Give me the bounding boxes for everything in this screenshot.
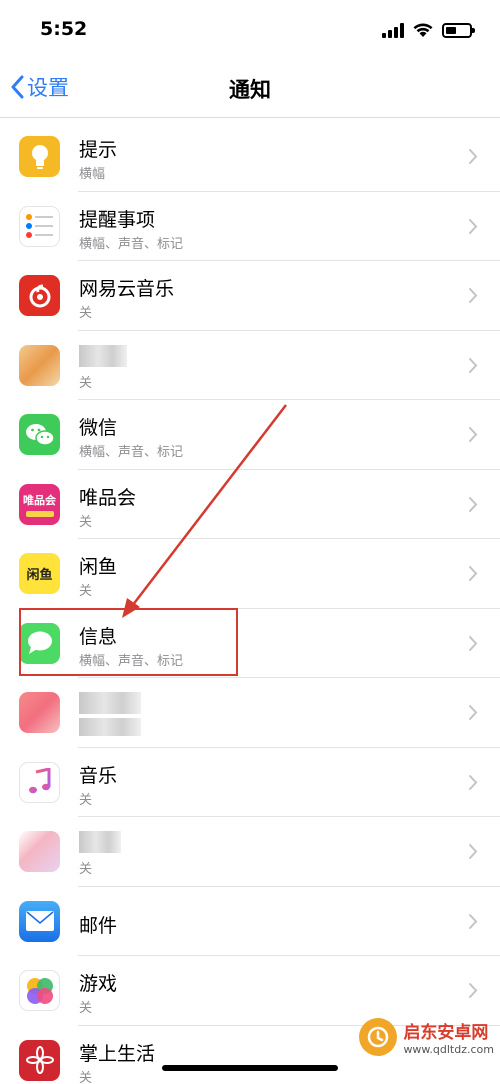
chevron-right-icon [469, 218, 478, 234]
tips-icon [19, 136, 60, 177]
status-time: 5:52 [40, 18, 88, 40]
notification-summary: 关 [79, 306, 93, 321]
list-item-game-center[interactable]: 游戏 关 [0, 956, 500, 1026]
reminders-icon [19, 205, 60, 247]
app-name: 网易云音乐 [79, 278, 175, 300]
watermark-logo-icon [359, 1018, 398, 1056]
chevron-right-icon [469, 705, 478, 720]
app-name: 微信 [79, 417, 118, 439]
game-center-icon [19, 970, 60, 1011]
home-indicator [162, 1065, 338, 1071]
music-icon [19, 761, 60, 803]
blurred-app-name [79, 692, 141, 714]
notification-summary: 关 [79, 792, 93, 808]
mail-icon [19, 900, 60, 942]
notification-summary: 横幅、声音、标记 [79, 445, 184, 460]
app-name: 音乐 [79, 764, 118, 787]
blurred-app-icon [19, 344, 60, 386]
list-item-tips[interactable]: 提示 横幅 [0, 122, 500, 192]
list-item-netease-music[interactable]: 网易云音乐 关 [0, 261, 500, 331]
chevron-right-icon [469, 566, 478, 581]
notification-summary: 关 [79, 514, 93, 530]
notification-summary: 关 [79, 1001, 93, 1016]
notification-app-list: 提示 横幅 提醒事项 横幅、声音、标记 网易云音乐 关 关 微信 横幅、声音、标… [0, 122, 500, 1084]
blurred-app-summary [79, 718, 141, 736]
app-name: 游戏 [79, 973, 118, 995]
app-name: 闲鱼 [79, 556, 118, 578]
list-item-vipshop[interactable]: 唯品会 唯品会 关 [0, 470, 500, 539]
chevron-right-icon [469, 844, 478, 859]
list-item-reminders[interactable]: 提醒事项 横幅、声音、标记 [0, 192, 500, 261]
blurred-app-icon [19, 831, 60, 872]
chevron-right-icon [469, 635, 478, 651]
blurred-app-icon [19, 692, 60, 733]
watermark-name: 启东安卓网 [403, 1023, 489, 1043]
vipshop-icon: 唯品会 [19, 483, 60, 525]
vipshop-icon-text: 唯品会 [23, 493, 56, 507]
chevron-right-icon [469, 774, 478, 790]
list-item-xianyu[interactable]: 闲鱼 闲鱼 关 [0, 539, 500, 609]
notification-summary: 横幅 [79, 167, 106, 182]
chevron-right-icon [469, 288, 478, 303]
list-item-mail[interactable]: 邮件 [0, 887, 500, 956]
list-item-wechat[interactable]: 微信 横幅、声音、标记 [0, 400, 500, 470]
app-name: 唯品会 [79, 486, 137, 509]
status-bar: 5:52 [0, 0, 500, 60]
chevron-right-icon [469, 983, 478, 998]
list-item-blurred-app[interactable]: 关 [0, 817, 500, 887]
app-name: 提醒事项 [79, 208, 156, 231]
cellular-signal-icon [382, 22, 404, 38]
notification-summary: 关 [79, 584, 93, 599]
notification-summary: 关 [79, 862, 93, 877]
list-item-blurred-app[interactable] [0, 678, 500, 748]
watermark: 启东安卓网 www.qdltdz.com [359, 1018, 494, 1056]
battery-icon [442, 22, 475, 38]
zhangshang-icon [19, 1039, 60, 1081]
xianyu-icon: 闲鱼 [19, 553, 60, 594]
app-name: 掌上生活 [79, 1042, 156, 1065]
wechat-icon [19, 414, 60, 455]
notification-summary: 关 [79, 375, 93, 391]
notification-summary: 关 [79, 1070, 93, 1084]
navigation-bar: 设置 通知 [0, 60, 500, 118]
chevron-right-icon [469, 496, 478, 512]
page-title: 通知 [229, 78, 271, 102]
chevron-right-icon [469, 913, 478, 929]
watermark-url: www.qdltdz.com [403, 1043, 494, 1056]
wifi-icon [413, 23, 433, 37]
netease-music-icon [19, 275, 60, 316]
status-icons [382, 22, 475, 38]
highlight-box [19, 608, 238, 676]
app-name: 邮件 [79, 914, 118, 937]
chevron-right-icon [469, 149, 478, 164]
chevron-right-icon [469, 357, 478, 373]
chevron-right-icon [469, 427, 478, 442]
notification-summary: 横幅、声音、标记 [79, 236, 184, 252]
xianyu-icon-text: 闲鱼 [26, 568, 53, 583]
blurred-app-name [79, 344, 127, 367]
blurred-app-name [79, 831, 121, 853]
app-name: 提示 [79, 139, 118, 161]
list-item-blurred-app[interactable]: 关 [0, 331, 500, 400]
list-item-music[interactable]: 音乐 关 [0, 748, 500, 817]
